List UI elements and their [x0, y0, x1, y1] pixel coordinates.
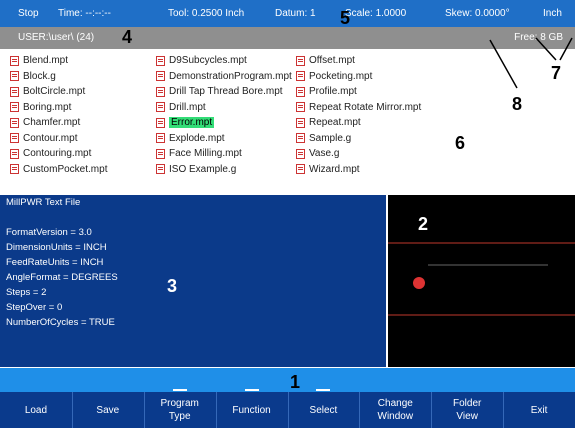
callout-leaders	[489, 37, 573, 89]
leader-8	[489, 39, 518, 89]
leader-7a	[535, 37, 557, 61]
leader-7b	[559, 37, 573, 61]
